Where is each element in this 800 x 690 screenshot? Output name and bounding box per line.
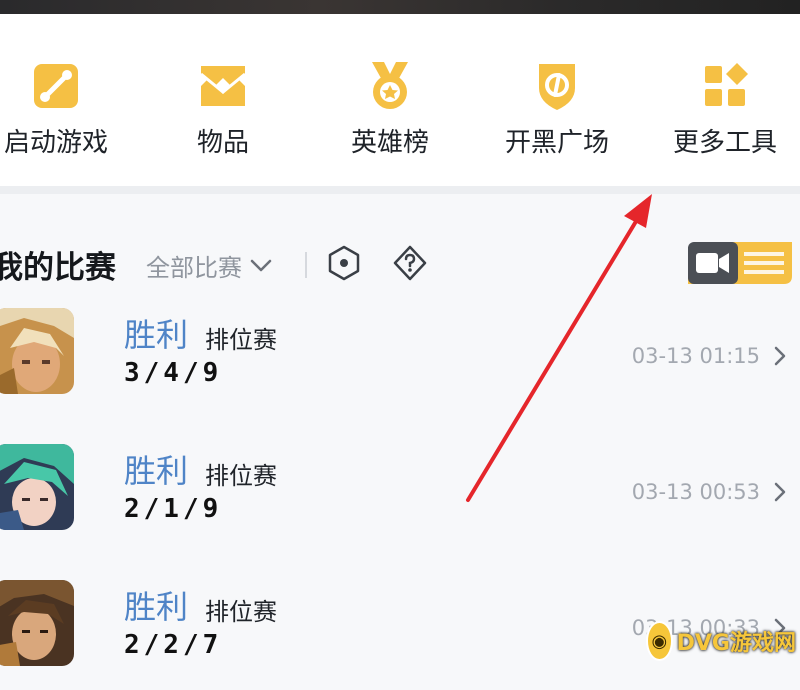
match-mode: 排位赛 xyxy=(205,326,277,354)
match-time: 03-13 01:15 xyxy=(631,344,760,368)
tool-label: 英雄榜 xyxy=(350,128,429,158)
tool-label: 物品 xyxy=(196,128,249,158)
tool-launch-game[interactable]: 启动游戏 xyxy=(0,58,136,168)
tool-label: 开黑广场 xyxy=(504,128,609,158)
match-result: 胜利 xyxy=(124,452,189,490)
my-matches-header: 我的比赛 全部比赛 xyxy=(0,228,800,300)
video-record-icon[interactable] xyxy=(688,242,792,284)
tool-more-tools[interactable]: 更多工具 xyxy=(645,58,800,168)
match-time: 03-13 00:53 xyxy=(631,480,760,504)
items-icon xyxy=(200,66,246,106)
team-square-shield-icon xyxy=(539,64,575,110)
more-tools-grid-icon xyxy=(705,63,748,106)
launch-game-icon xyxy=(34,64,78,108)
section-divider xyxy=(0,186,800,194)
hero-ranking-medal-icon xyxy=(372,62,408,109)
match-result: 胜利 xyxy=(124,588,189,626)
match-result: 胜利 xyxy=(124,316,189,354)
section-title: 我的比赛 xyxy=(0,250,116,286)
filter-label: 全部比赛 xyxy=(146,254,242,282)
tool-label: 启动游戏 xyxy=(3,128,108,158)
watermark-logo-icon: ◉ xyxy=(646,621,673,661)
hero-avatar xyxy=(0,308,74,394)
chevron-right-icon xyxy=(774,482,786,502)
match-kda: 2/1/9 xyxy=(124,494,223,524)
hero-avatar xyxy=(0,444,74,530)
vertical-separator xyxy=(305,252,307,278)
match-mode: 排位赛 xyxy=(205,598,277,626)
match-kda: 2/2/7 xyxy=(124,630,223,660)
top-banner-strip xyxy=(0,0,800,14)
chevron-right-icon xyxy=(774,346,786,366)
chevron-down-icon xyxy=(250,259,272,271)
tool-team-square[interactable]: 开黑广场 xyxy=(477,58,637,168)
match-filter-dropdown[interactable]: 全部比赛 xyxy=(146,248,272,283)
match-row[interactable]: 胜利 排位赛 3/4/9 03-13 01:15 xyxy=(0,308,800,418)
tool-hero-ranking[interactable]: 英雄榜 xyxy=(310,58,470,168)
watermark: ◉ DVG游戏网 xyxy=(646,618,796,664)
help-diamond-icon[interactable] xyxy=(392,244,428,282)
hero-avatar xyxy=(0,580,74,666)
match-row[interactable]: 胜利 排位赛 2/1/9 03-13 00:53 xyxy=(0,444,800,554)
watermark-text: DVG游戏网 xyxy=(676,631,796,656)
tool-items[interactable]: 物品 xyxy=(143,58,303,168)
match-mode: 排位赛 xyxy=(205,462,277,490)
tool-label: 更多工具 xyxy=(672,128,777,158)
hexagon-icon[interactable] xyxy=(326,244,362,282)
quick-tools-bar: 启动游戏 物品 英雄榜 开黑广场 更多工具 xyxy=(0,14,800,190)
match-kda: 3/4/9 xyxy=(124,358,223,388)
